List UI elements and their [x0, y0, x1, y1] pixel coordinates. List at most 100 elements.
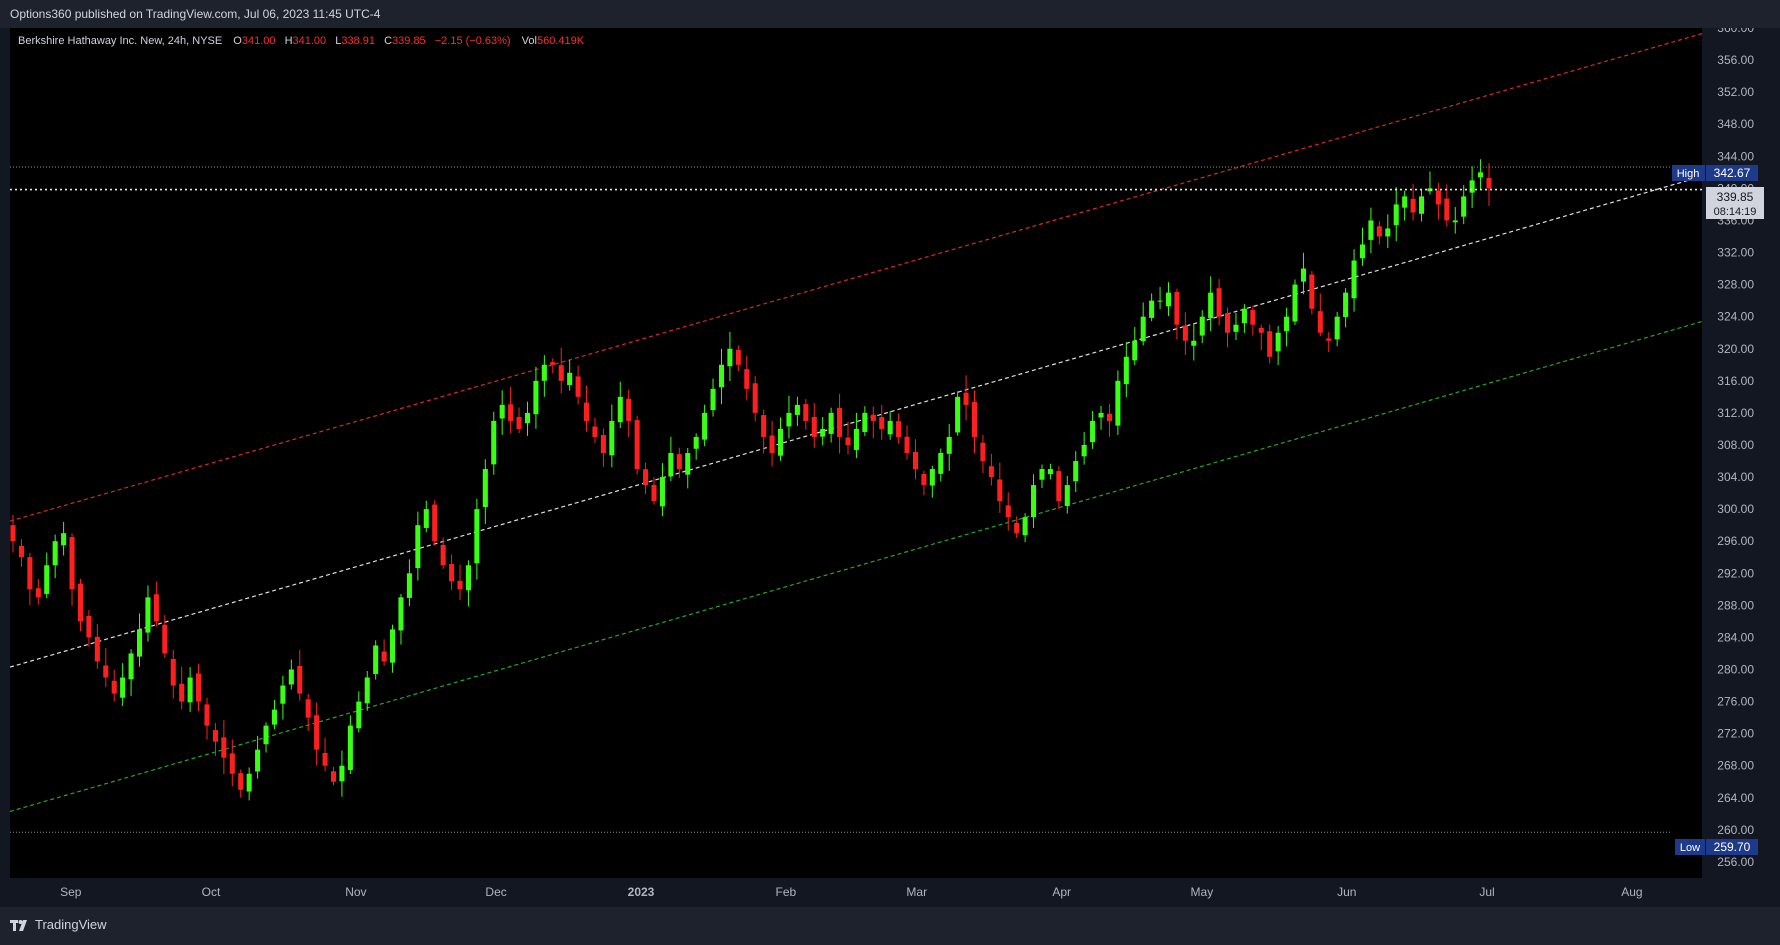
- price-tick: 264.00: [1717, 791, 1754, 805]
- price-tick: 260.00: [1717, 823, 1754, 837]
- candle-body: [997, 479, 1003, 502]
- candle-body: [1047, 469, 1053, 475]
- candle-body: [744, 369, 750, 389]
- candle-body: [1410, 198, 1416, 213]
- candle-body: [634, 420, 640, 470]
- candle-body: [1292, 284, 1298, 322]
- candle-body: [1393, 204, 1399, 226]
- candle-body: [1191, 340, 1197, 346]
- candle-body: [1225, 313, 1231, 333]
- candle-body: [727, 348, 733, 367]
- price-tick: 300.00: [1717, 502, 1754, 516]
- low-value: 259.70: [1714, 840, 1751, 854]
- candle: [634, 415, 640, 475]
- candle-body: [1090, 420, 1096, 443]
- candle-body: [929, 469, 935, 486]
- candle-body: [221, 737, 227, 758]
- candle-body: [255, 749, 261, 772]
- candle-body: [61, 533, 67, 546]
- candle-body: [1233, 324, 1239, 332]
- candle-body: [1444, 198, 1450, 221]
- candle-body: [761, 415, 767, 437]
- candle-body: [524, 412, 531, 424]
- candle-body: [718, 364, 725, 388]
- candle-body: [693, 436, 699, 449]
- candle-body: [297, 665, 303, 694]
- candle-body: [52, 541, 58, 566]
- candle-body: [1022, 517, 1028, 536]
- candle-body: [432, 504, 438, 542]
- candle-body: [373, 645, 379, 675]
- candle-body: [651, 484, 657, 502]
- legend-low: 338.91: [341, 35, 375, 47]
- candle-body: [592, 426, 598, 437]
- price-tick: 352.00: [1717, 85, 1754, 99]
- time-tick: 2023: [628, 885, 655, 899]
- candle-body: [584, 402, 590, 421]
- candle-body: [128, 653, 134, 680]
- price-chart[interactable]: 256.00 260.00 264.00 268.00 272.00 276.00 280.…: [0, 28, 1780, 907]
- candle: [432, 500, 438, 546]
- last-price: 339.85: [1717, 190, 1754, 204]
- tradingview-logo[interactable]: TradingView: [10, 917, 107, 932]
- candle-body: [18, 545, 24, 558]
- candle-body: [44, 565, 50, 594]
- candle-body: [1376, 226, 1382, 237]
- candle-body: [499, 404, 505, 419]
- price-tick: 324.00: [1717, 310, 1754, 324]
- candle-body: [617, 396, 623, 423]
- candle-body: [1115, 380, 1121, 426]
- candle-body: [659, 477, 665, 507]
- time-tick: Nov: [345, 885, 366, 899]
- candle-body: [853, 428, 859, 450]
- candle-body: [356, 701, 362, 729]
- candle-body: [786, 412, 792, 427]
- time-tick: Mar: [906, 885, 927, 899]
- candle-body: [398, 597, 404, 631]
- candle-body: [1165, 292, 1172, 307]
- candle-body: [10, 525, 16, 542]
- candle-body: [1275, 332, 1281, 352]
- time-tick: Jun: [1337, 885, 1356, 899]
- time-axis[interactable]: [10, 878, 1702, 907]
- candle-body: [1039, 469, 1045, 480]
- candle-body: [1258, 327, 1264, 333]
- candle-body: [120, 677, 126, 698]
- candle-body: [406, 573, 412, 598]
- candle-body: [769, 435, 775, 453]
- candle-body: [415, 525, 421, 569]
- candle-body: [1351, 260, 1357, 299]
- candle-body: [1132, 340, 1138, 361]
- candle-body: [187, 677, 193, 703]
- candle-body: [162, 624, 168, 654]
- publish-info: Options360 published on TradingView.com,…: [10, 7, 381, 21]
- candle-body: [1300, 268, 1306, 282]
- candle-body: [1478, 172, 1484, 178]
- candle-body: [1005, 505, 1011, 518]
- legend-change: −2.15 (−0.63%): [435, 35, 511, 47]
- candle-body: [879, 417, 885, 429]
- candle-body: [508, 404, 514, 421]
- candle-body: [1106, 413, 1112, 421]
- candle-body: [609, 420, 615, 456]
- candle-body: [1368, 220, 1374, 240]
- time-tick: May: [1191, 885, 1214, 899]
- candle-body: [735, 349, 741, 365]
- candle-body: [550, 362, 556, 365]
- candle-body: [136, 629, 143, 657]
- legend-close: 339.85: [392, 35, 426, 47]
- price-tick: 360.00: [1717, 28, 1754, 35]
- candle-body: [676, 454, 682, 470]
- candle-body: [482, 469, 488, 507]
- candle-body: [777, 428, 784, 456]
- candle-body: [1309, 274, 1315, 309]
- candle-body: [111, 680, 117, 694]
- candle-body: [35, 588, 41, 598]
- candle-body: [305, 699, 311, 718]
- candle-body: [94, 636, 100, 662]
- time-tick: Sep: [60, 885, 82, 899]
- candle-body: [449, 564, 455, 582]
- candle-body: [803, 404, 809, 421]
- price-tick: 328.00: [1717, 278, 1754, 292]
- candle-body: [271, 709, 277, 725]
